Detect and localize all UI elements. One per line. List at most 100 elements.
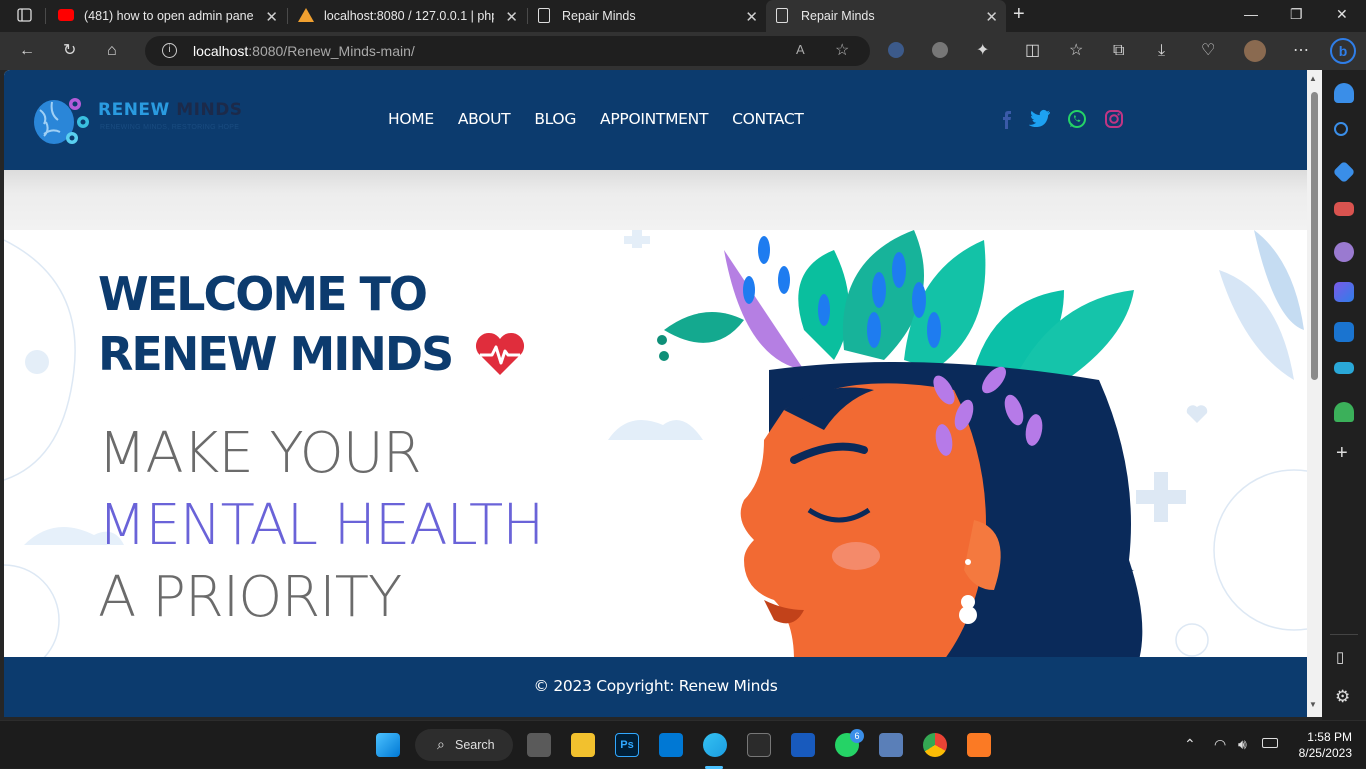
scroll-down-arrow-icon[interactable]: ▼ — [1309, 700, 1317, 709]
profile-avatar[interactable] — [1244, 40, 1266, 62]
info-icon[interactable]: i — [162, 43, 177, 58]
restore-icon[interactable]: ❐ — [1290, 6, 1303, 23]
scroll-up-arrow-icon[interactable]: ▲ — [1309, 74, 1317, 83]
phpmyadmin-icon — [298, 8, 314, 22]
nav-about[interactable]: ABOUT — [458, 110, 511, 128]
split-screen-icon[interactable]: ◫ — [1025, 41, 1040, 61]
browser-tab-repair-minds-active[interactable]: Repair Minds ✕ — [766, 0, 1006, 32]
refresh-icon[interactable]: ↻ — [63, 41, 76, 61]
read-aloud-icon[interactable]: A — [796, 42, 805, 57]
add-icon[interactable]: + — [1336, 442, 1348, 465]
shopping-tag-icon[interactable] — [1332, 160, 1356, 184]
address-bar[interactable]: i localhost:8080/Renew_Minds-main/ A ☆ — [145, 36, 870, 66]
clock-date: 8/25/2023 — [1298, 746, 1352, 760]
nav-contact[interactable]: CONTACT — [732, 110, 804, 128]
extension-cursor-icon[interactable] — [888, 42, 904, 58]
close-icon[interactable]: ✕ — [745, 8, 758, 26]
facebook-icon[interactable] — [1000, 109, 1012, 129]
extension-grammarly-icon[interactable] — [932, 42, 948, 58]
welcome-line-1: WELCOME TO — [98, 267, 428, 321]
tagline-line-2: MENTAL HEALTH — [98, 493, 544, 558]
edge-browser-icon[interactable] — [703, 733, 727, 757]
taskbar-search[interactable]: ⌕ Search — [415, 729, 513, 761]
wifi-icon[interactable]: ◠ — [1214, 736, 1226, 753]
browser-toolbar: ← ↻ ⌂ i localhost:8080/Renew_Minds-main/… — [0, 32, 1366, 70]
site-logo[interactable]: RENEW MINDS RENEWING MINDS, RESTORING HO… — [30, 92, 250, 148]
minimize-icon[interactable]: — — [1244, 6, 1258, 22]
hero-welcome-heading: WELCOME TO RENEW MINDS — [98, 264, 526, 384]
nav-blog[interactable]: BLOG — [534, 110, 576, 128]
send-icon[interactable] — [1334, 362, 1354, 374]
chrome-icon[interactable] — [923, 733, 947, 757]
tab-actions-icon[interactable] — [17, 7, 33, 29]
edge-sidebar: + ▯ ⚙ — [1322, 70, 1366, 720]
system-clock[interactable]: 1:58 PM 8/25/2023 — [1299, 729, 1352, 761]
clock-time: 1:58 PM — [1307, 730, 1352, 744]
search-icon[interactable] — [1334, 122, 1348, 136]
extensions-puzzle-icon[interactable]: ✦ — [976, 41, 989, 61]
header-shadow-band — [4, 170, 1307, 230]
tab-title: localhost:8080 / 127.0.0.1 | phpM — [324, 9, 494, 23]
photoshop-icon[interactable]: Ps — [615, 733, 639, 757]
collections-icon[interactable]: ⧉ — [1113, 41, 1124, 61]
terminal-icon[interactable] — [747, 733, 771, 757]
xampp-icon[interactable] — [967, 733, 991, 757]
search-icon: ⌕ — [437, 736, 445, 752]
hero-tagline: MAKE YOUR MENTAL HEALTH A PRIORITY — [98, 418, 544, 634]
word-icon[interactable] — [791, 733, 815, 757]
tab-title: (481) how to open admin panel in — [84, 9, 254, 23]
bing-copilot-icon[interactable]: b — [1330, 38, 1356, 64]
outlook-icon[interactable] — [1334, 322, 1354, 342]
more-menu-icon[interactable]: ⋯ — [1293, 41, 1309, 61]
virtualbox-icon[interactable] — [879, 733, 903, 757]
start-windows-icon[interactable] — [376, 733, 400, 757]
tools-icon[interactable] — [1334, 202, 1354, 216]
back-icon[interactable]: ← — [19, 41, 35, 61]
taskbar-search-label: Search — [455, 738, 495, 752]
vscode-icon[interactable] — [659, 733, 683, 757]
new-tab-icon[interactable]: + — [1013, 3, 1025, 26]
volume-icon[interactable]: 🔊︎ — [1238, 736, 1247, 753]
notifications-icon[interactable] — [1334, 83, 1354, 103]
windows-taskbar: ⌕ Search Ps 6 ⌃ ◠ 🔊︎ 1:58 PM 8/25/2023 — [0, 720, 1366, 769]
twitter-icon[interactable] — [1029, 108, 1051, 128]
logo-tagline: RENEWING MINDS, RESTORING HOPE — [100, 124, 240, 131]
close-icon[interactable]: ✕ — [985, 8, 998, 26]
page-scrollbar[interactable]: ▲ ▼ — [1307, 70, 1322, 717]
games-icon[interactable] — [1334, 242, 1354, 262]
hero-illustration — [657, 230, 1143, 657]
favorite-star-icon[interactable]: ☆ — [835, 40, 849, 60]
browser-tab-repair-minds[interactable]: Repair Minds ✕ — [530, 0, 766, 32]
browser-health-icon[interactable]: ♡ — [1201, 41, 1215, 61]
battery-icon[interactable] — [1262, 738, 1278, 748]
close-icon[interactable]: ✕ — [265, 8, 278, 26]
favorites-icon[interactable]: ☆ — [1069, 41, 1083, 61]
scrollbar-thumb[interactable] — [1311, 92, 1318, 380]
task-view-icon[interactable] — [527, 733, 551, 757]
site-footer: © 2023 Copyright: Renew Minds — [4, 657, 1307, 717]
file-explorer-icon[interactable] — [571, 733, 595, 757]
whatsapp-icon[interactable] — [1067, 109, 1087, 129]
url-text[interactable]: localhost:8080/Renew_Minds-main/ — [193, 43, 415, 59]
sidebar-panel-icon[interactable]: ▯ — [1336, 648, 1344, 666]
youtube-icon — [58, 9, 74, 21]
browser-tab-youtube[interactable]: (481) how to open admin panel in ✕ — [50, 0, 286, 32]
nav-appointment[interactable]: APPOINTMENT — [600, 110, 708, 128]
browser-tab-phpmyadmin[interactable]: localhost:8080 / 127.0.0.1 | phpM ✕ — [290, 0, 526, 32]
tree-icon[interactable] — [1334, 402, 1354, 422]
browser-tab-strip: (481) how to open admin panel in ✕ local… — [0, 0, 1366, 32]
tab-title: Repair Minds — [562, 9, 636, 23]
close-window-icon[interactable]: ✕ — [1336, 6, 1348, 23]
page-icon — [776, 8, 788, 23]
site-header: RENEW MINDS RENEWING MINDS, RESTORING HO… — [4, 70, 1307, 170]
copilot-icon[interactable] — [1334, 282, 1354, 302]
home-icon[interactable]: ⌂ — [107, 41, 117, 61]
nav-home[interactable]: HOME — [388, 110, 434, 128]
close-icon[interactable]: ✕ — [505, 8, 518, 26]
instagram-icon[interactable] — [1104, 109, 1124, 129]
settings-gear-icon[interactable]: ⚙ — [1335, 687, 1350, 707]
tray-overflow-icon[interactable]: ⌃ — [1184, 736, 1196, 753]
downloads-icon[interactable]: ⤓ — [1158, 41, 1165, 61]
hero-section: WELCOME TO RENEW MINDS MAKE YOUR MENTAL … — [4, 230, 1307, 657]
brain-gears-icon — [34, 98, 89, 144]
